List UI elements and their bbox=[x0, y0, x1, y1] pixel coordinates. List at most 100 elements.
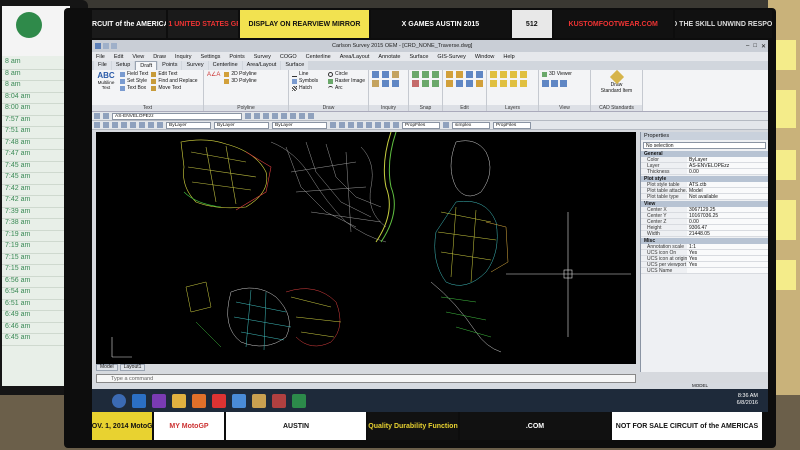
props-tool-icon[interactable] bbox=[94, 122, 100, 128]
linetype-combo[interactable]: ByLayer bbox=[214, 121, 269, 129]
menu-item-gis-survey[interactable]: GIS-Survey bbox=[437, 54, 465, 60]
layer-tool-icon[interactable] bbox=[245, 113, 251, 119]
view-tool-icon[interactable] bbox=[560, 80, 567, 87]
media-icon[interactable] bbox=[152, 393, 166, 408]
layer-state-icon[interactable] bbox=[103, 113, 109, 119]
3d-viewer-button[interactable]: 3D Viewer bbox=[542, 71, 587, 78]
props-tool-icon[interactable] bbox=[366, 122, 372, 128]
edit-text-button[interactable]: Edit Text bbox=[151, 71, 197, 78]
layer-tool-icon[interactable] bbox=[290, 113, 296, 119]
symbols-button[interactable]: Symbols bbox=[292, 78, 325, 85]
maximize-button[interactable]: □ bbox=[753, 43, 757, 50]
plot-style-combo-2[interactable]: PropFiles bbox=[493, 121, 531, 129]
color-combo[interactable]: ByLayer bbox=[166, 121, 211, 129]
undo-icon[interactable] bbox=[111, 43, 117, 49]
tab-area-layout[interactable]: Area/Layout bbox=[242, 61, 281, 70]
tab-file[interactable]: File bbox=[94, 61, 111, 70]
layer-tool-icon[interactable] bbox=[500, 71, 507, 78]
props-tool-icon[interactable] bbox=[384, 122, 390, 128]
property-value[interactable]: AS-ENVELOPEzz bbox=[687, 163, 768, 168]
tab-layout1[interactable]: Layout1 bbox=[119, 364, 146, 371]
menu-item-help[interactable]: Help bbox=[503, 54, 514, 60]
menu-item-draw[interactable]: Draw bbox=[153, 54, 166, 60]
menu-item-edit[interactable]: Edit bbox=[114, 54, 123, 60]
arc-button[interactable]: Arc bbox=[327, 85, 365, 92]
props-tool-icon[interactable] bbox=[103, 122, 109, 128]
property-value[interactable]: 9306.47 bbox=[687, 225, 768, 230]
start-button-icon[interactable] bbox=[112, 393, 126, 408]
menu-item-survey[interactable]: Survey bbox=[254, 54, 271, 60]
selection-dropdown[interactable]: No selection bbox=[643, 142, 766, 149]
menu-item-centerline[interactable]: Centerline bbox=[306, 54, 331, 60]
tab-draft[interactable]: Draft bbox=[135, 61, 158, 70]
view-tool-icon[interactable] bbox=[542, 80, 549, 87]
3d-polyline-button[interactable]: 3D Polyline bbox=[224, 78, 257, 85]
property-value[interactable]: Not available bbox=[687, 194, 768, 199]
folder-icon[interactable] bbox=[172, 393, 186, 408]
property-value[interactable]: 10167036.25 bbox=[687, 213, 768, 218]
drawing-canvas[interactable] bbox=[96, 132, 636, 364]
view-tool-icon[interactable] bbox=[551, 80, 558, 87]
props-tool-icon[interactable] bbox=[157, 122, 163, 128]
menu-item-settings[interactable]: Settings bbox=[201, 54, 221, 60]
inquiry-tool-icon[interactable] bbox=[372, 71, 379, 78]
props-tool-icon[interactable] bbox=[112, 122, 118, 128]
layer-tool-icon[interactable] bbox=[281, 113, 287, 119]
edit-tool-icon[interactable] bbox=[456, 80, 463, 87]
layer-tool-icon[interactable] bbox=[490, 71, 497, 78]
inquiry-tool-icon[interactable] bbox=[382, 71, 389, 78]
inquiry-tool-icon[interactable] bbox=[382, 80, 389, 87]
edit-tool-icon[interactable] bbox=[456, 71, 463, 78]
layer-tool-icon[interactable] bbox=[490, 80, 497, 87]
menu-item-points[interactable]: Points bbox=[229, 54, 244, 60]
raster-image-button[interactable]: Raster Image bbox=[327, 78, 365, 85]
property-value[interactable]: Model bbox=[687, 188, 768, 193]
menu-item-area-layout[interactable]: Area/Layout bbox=[340, 54, 370, 60]
snap-tool-icon[interactable] bbox=[432, 80, 439, 87]
close-button[interactable]: ✕ bbox=[761, 43, 766, 50]
layer-tool-icon[interactable] bbox=[263, 113, 269, 119]
property-value[interactable]: 0.00 bbox=[687, 219, 768, 224]
property-value[interactable]: Yes bbox=[687, 256, 768, 261]
props-tool-icon[interactable] bbox=[348, 122, 354, 128]
model-toggle[interactable]: MODEL bbox=[692, 383, 708, 388]
props-tool-icon[interactable] bbox=[375, 122, 381, 128]
layer-tool-icon[interactable] bbox=[299, 113, 305, 119]
layer-tool-icon[interactable] bbox=[520, 71, 527, 78]
layer-manager-icon[interactable] bbox=[94, 113, 100, 119]
layer-tool-icon[interactable] bbox=[500, 80, 507, 87]
inquiry-tool-icon[interactable] bbox=[372, 80, 379, 87]
menu-item-view[interactable]: View bbox=[132, 54, 144, 60]
set-style-button[interactable]: Set Style bbox=[120, 78, 148, 85]
tab-points[interactable]: Points bbox=[158, 61, 182, 70]
save-icon[interactable] bbox=[103, 43, 109, 49]
menu-item-surface[interactable]: Surface bbox=[409, 54, 428, 60]
excel-icon[interactable] bbox=[292, 393, 306, 408]
edit-tool-icon[interactable] bbox=[466, 71, 473, 78]
layer-tool-icon[interactable] bbox=[510, 80, 517, 87]
plot-style-combo[interactable]: PropFiles bbox=[402, 121, 440, 129]
props-tool-icon[interactable] bbox=[330, 122, 336, 128]
lineweight-combo[interactable]: ByLayer bbox=[272, 121, 327, 129]
text-style-combo[interactable]: simplex bbox=[452, 121, 490, 129]
carlson-icon[interactable] bbox=[272, 393, 286, 408]
minimize-button[interactable]: – bbox=[746, 43, 749, 50]
hatch-button[interactable]: Hatch bbox=[292, 85, 325, 92]
props-tool-icon[interactable] bbox=[339, 122, 345, 128]
multiline-text-button[interactable]: ABC Multiline Text bbox=[95, 71, 117, 92]
inquiry-tool-icon[interactable] bbox=[392, 71, 399, 78]
props-tool-icon[interactable] bbox=[139, 122, 145, 128]
edit-tool-icon[interactable] bbox=[476, 71, 483, 78]
line-button[interactable]: Line bbox=[292, 71, 325, 78]
property-value[interactable]: ATS.ctb bbox=[687, 182, 768, 187]
firefox-icon[interactable] bbox=[192, 393, 206, 408]
app-icon[interactable] bbox=[252, 393, 266, 408]
field-text-button[interactable]: Field Text bbox=[120, 71, 148, 78]
property-value[interactable]: ByLayer bbox=[687, 157, 768, 162]
snap-tool-icon[interactable] bbox=[412, 80, 419, 87]
snap-tool-icon[interactable] bbox=[412, 71, 419, 78]
edit-tool-icon[interactable] bbox=[466, 80, 473, 87]
layer-tool-icon[interactable] bbox=[254, 113, 260, 119]
move-text-button[interactable]: Move Text bbox=[151, 85, 197, 92]
props-tool-icon[interactable] bbox=[443, 122, 449, 128]
